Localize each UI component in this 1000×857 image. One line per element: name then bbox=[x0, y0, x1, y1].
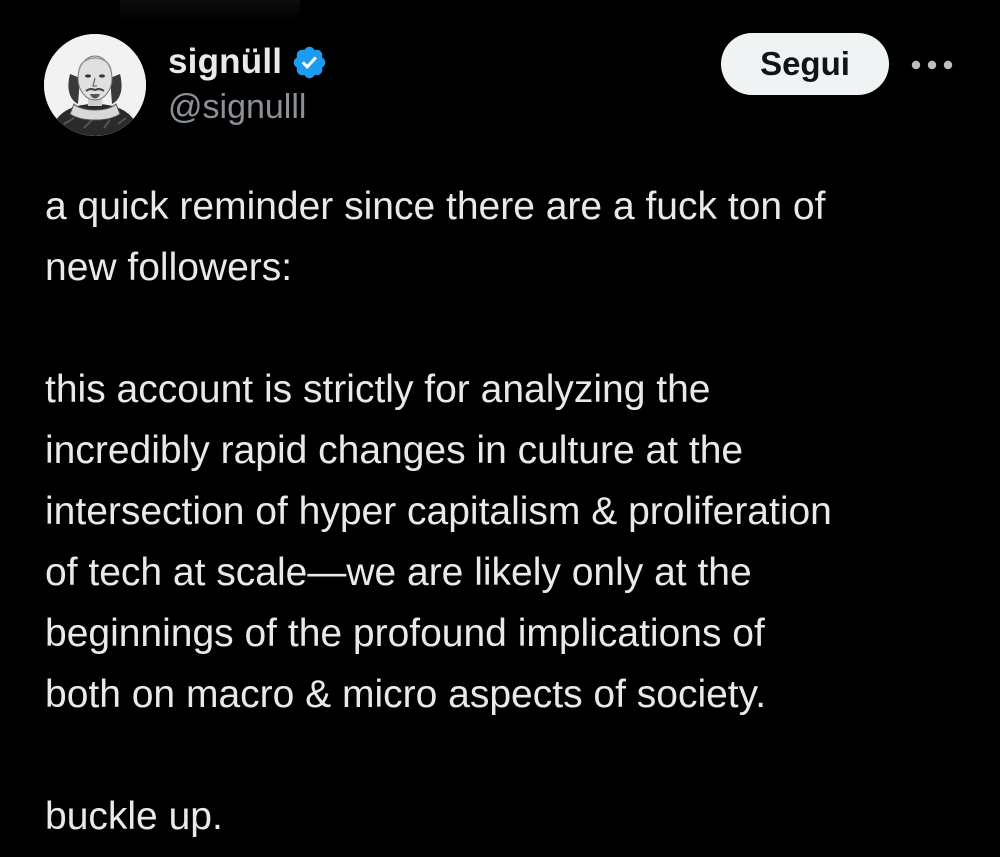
more-options-button[interactable] bbox=[906, 48, 958, 82]
author-display-name[interactable]: signüll bbox=[168, 42, 282, 82]
verified-badge-icon bbox=[293, 46, 326, 78]
author-handle[interactable]: @signulll bbox=[168, 88, 306, 127]
follow-button[interactable]: Segui bbox=[721, 33, 889, 95]
tweet-text: a quick reminder since there are a fuck … bbox=[45, 185, 832, 838]
more-options-icon bbox=[911, 60, 953, 70]
shakespeare-portrait-avatar-icon bbox=[44, 34, 146, 136]
avatar[interactable] bbox=[44, 34, 146, 136]
tweet-header: signüll @signulll Segui bbox=[0, 0, 1000, 150]
author-name-row: signüll bbox=[168, 40, 328, 84]
